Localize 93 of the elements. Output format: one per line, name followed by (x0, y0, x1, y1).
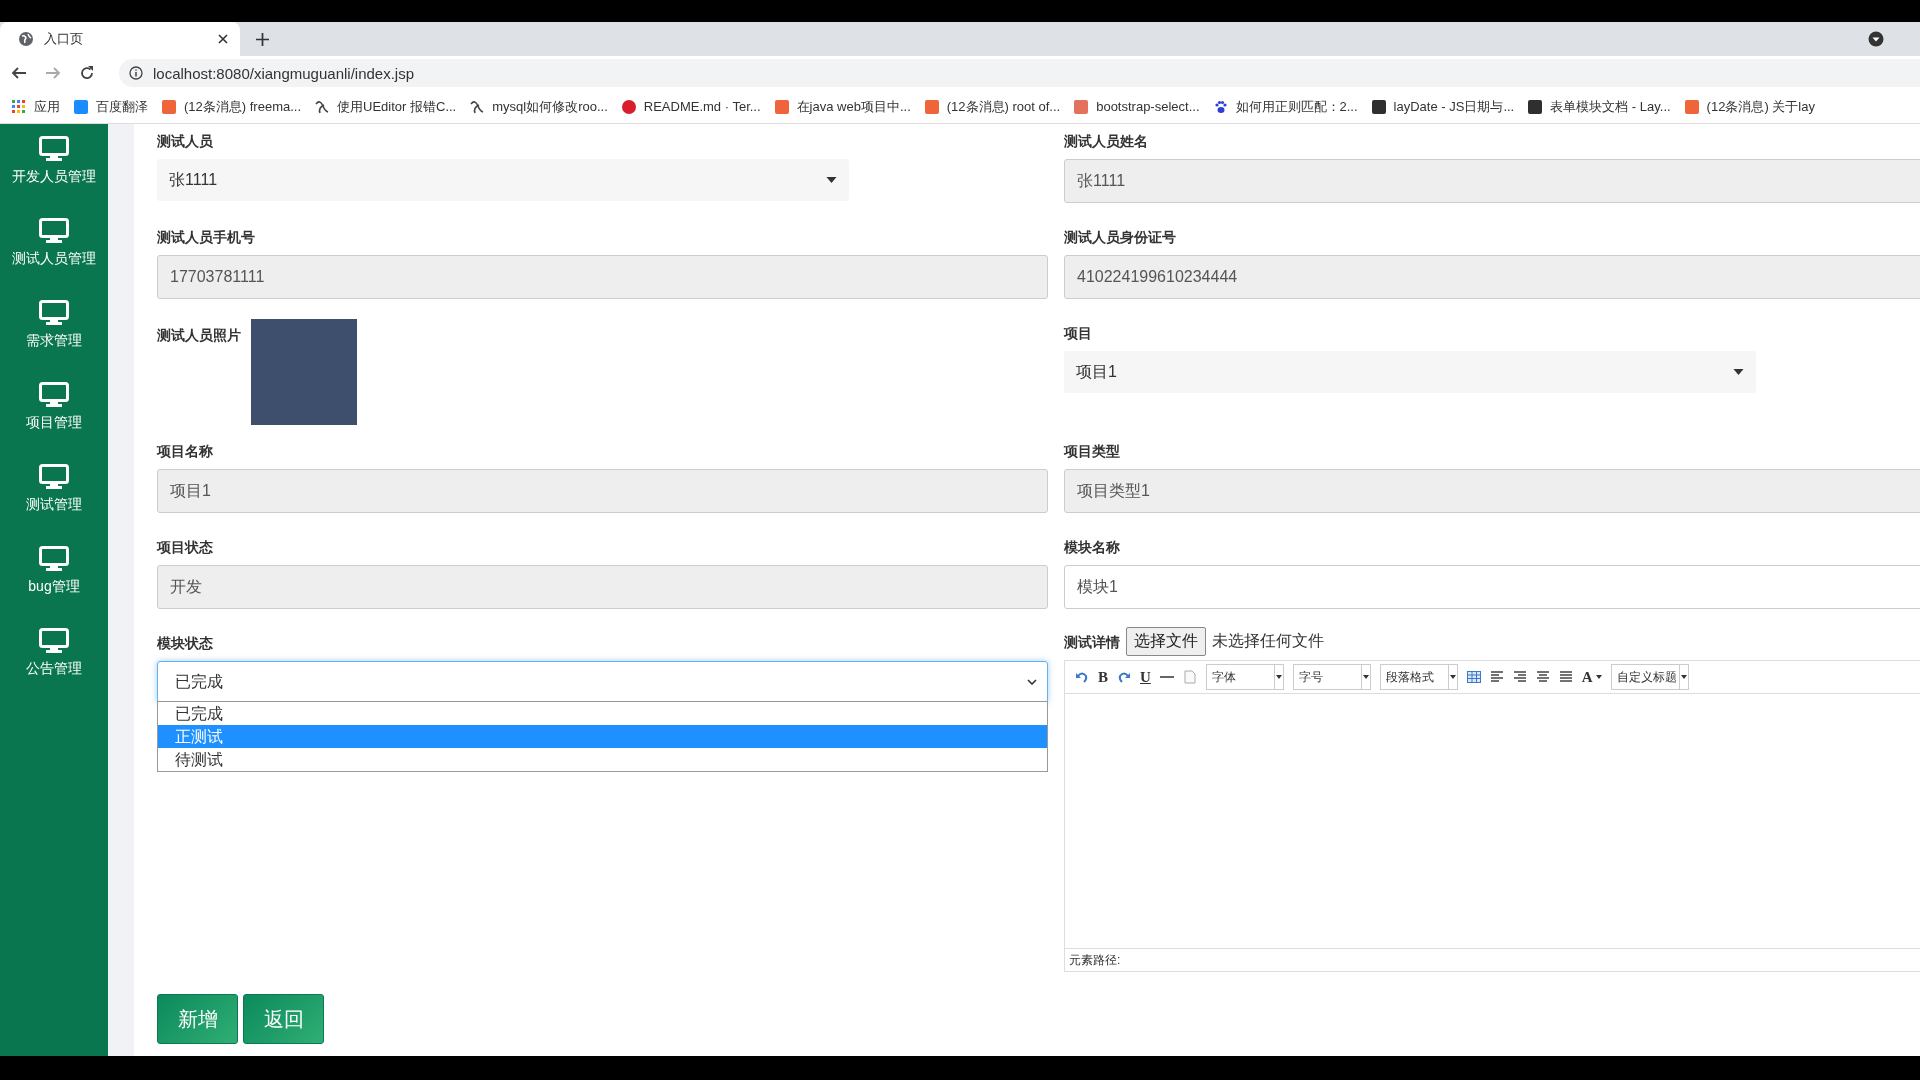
sidebar-item[interactable]: 项目管理 (0, 380, 108, 462)
caret-icon (1275, 675, 1282, 679)
align-right-icon[interactable] (1512, 670, 1527, 684)
monitor-icon (39, 464, 69, 490)
sidebar-item[interactable]: 开发人员管理 (0, 134, 108, 216)
rich-text-editor[interactable]: B U 字体 字号 段落格式 A 自定义标题 元素路径: (1064, 660, 1920, 972)
dropdown-option[interactable]: 待测试 (158, 748, 1047, 771)
field-label: 测试人员 (157, 132, 214, 151)
bookmark[interactable]: 在java web项目中... (774, 97, 911, 116)
sidebar-item[interactable]: 需求管理 (0, 298, 108, 380)
monitor-icon (39, 628, 69, 654)
table-icon[interactable] (1466, 670, 1481, 684)
monitor-icon (39, 300, 69, 326)
field-label: 项目类型 (1064, 442, 1121, 461)
select-field[interactable]: 张1111 (157, 159, 849, 201)
profile-menu-icon[interactable] (1868, 31, 1884, 47)
align-center-icon[interactable] (1535, 670, 1550, 684)
text-field[interactable]: 项目1 (157, 469, 1048, 513)
text-field[interactable]: 410224199610234444 (1064, 255, 1920, 299)
bookmark[interactable]: (12条消息) root of... (924, 97, 1061, 116)
field-label: 模块名称 (1064, 538, 1121, 557)
align-justify-icon[interactable] (1558, 670, 1573, 684)
field-label: 项目状态 (157, 538, 214, 557)
monitor-icon (39, 382, 69, 408)
caret-icon (1680, 675, 1687, 679)
caret-icon (1362, 675, 1369, 679)
underline-button[interactable]: U (1140, 669, 1151, 685)
bookmark[interactable]: mysql如何修改roo... (470, 97, 608, 116)
new-tab-icon[interactable] (256, 32, 269, 46)
info-icon (129, 66, 143, 80)
bookmark[interactable]: 如何用正则匹配：2... (1213, 97, 1358, 116)
element-path-label: 元素路径: (1069, 951, 1121, 969)
toolbar-dropdown[interactable]: 字号 (1292, 664, 1371, 690)
dropdown-option[interactable]: 已完成 (158, 702, 1047, 725)
url-text: localhost:8080/xiangmuguanli/index.jsp (153, 64, 414, 82)
swirl-icon (470, 99, 485, 114)
text-field[interactable]: 张1111 (1064, 159, 1920, 203)
form-button[interactable]: 返回 (243, 994, 324, 1044)
bookmark[interactable]: (12条消息) 关于lay (1684, 97, 1815, 116)
field-label: 测试人员身份证号 (1064, 228, 1177, 247)
bookmark[interactable]: layDate - JS日期与... (1371, 97, 1515, 116)
field-label: 测试人员手机号 (157, 228, 256, 247)
align-left-icon[interactable] (1489, 670, 1504, 684)
select-field[interactable]: 项目1 (1064, 351, 1756, 393)
caret-icon (826, 177, 837, 183)
globe-icon (18, 31, 34, 47)
bold-button[interactable]: B (1098, 669, 1108, 685)
field-label: 项目名称 (157, 442, 214, 461)
field-label: 测试人员照片 (157, 326, 241, 345)
bookmark[interactable]: 表单模块文档 - Lay... (1528, 97, 1671, 116)
sidebar-item[interactable]: bug管理 (0, 544, 108, 626)
sidebar-item[interactable]: 测试管理 (0, 462, 108, 544)
bookmark[interactable]: 使用UEditor 报错C... (315, 97, 457, 116)
tab-title: 入口页 (44, 30, 84, 48)
browser-tab[interactable]: 入口页 (0, 22, 240, 56)
monitor-icon (39, 136, 69, 162)
bookmark[interactable]: README.md · Ter... (621, 99, 761, 114)
text-field[interactable]: 开发 (157, 565, 1048, 609)
bookmark[interactable]: bootstrap-select... (1074, 99, 1200, 114)
chevron-icon (1027, 679, 1037, 685)
bookmark[interactable]: 应用 (12, 97, 60, 116)
caret-icon (1595, 675, 1602, 679)
caret-icon (1449, 675, 1456, 679)
close-icon[interactable] (218, 34, 228, 44)
reload-icon[interactable] (79, 65, 95, 81)
choose-file-button[interactable]: 选择文件 (1126, 627, 1206, 656)
address-bar[interactable]: localhost:8080/xiangmuguanli/index.jsp (119, 59, 1920, 87)
monitor-icon (39, 218, 69, 244)
toolbar-dropdown[interactable]: 自定义标题 (1610, 664, 1689, 690)
toolbar-dropdown[interactable]: 字体 (1205, 664, 1284, 690)
text-field[interactable]: 项目类型1 (1064, 469, 1920, 513)
bookmark[interactable]: 百度翻泽 (74, 97, 148, 116)
sidebar-item[interactable]: 测试人员管理 (0, 216, 108, 298)
redo-icon[interactable] (1117, 670, 1131, 684)
back-icon[interactable] (11, 65, 27, 81)
toolbar-dropdown[interactable]: 段落格式 (1379, 664, 1458, 690)
file-status: 未选择任何文件 (1212, 631, 1324, 651)
undo-icon[interactable] (1075, 670, 1089, 684)
paw-icon (1213, 99, 1228, 114)
field-label: 测试人员姓名 (1064, 132, 1149, 151)
apps-grid-icon (12, 99, 26, 114)
field-label: 模块状态 (157, 634, 214, 653)
text-field[interactable]: 17703781111 (157, 255, 1048, 299)
sidebar-item[interactable]: 公告管理 (0, 626, 108, 708)
text-field[interactable]: 模块1 (1064, 565, 1920, 609)
bookmark[interactable]: (12条消息) freema... (162, 97, 302, 116)
field-label: 项目 (1064, 324, 1093, 343)
caret-icon (1733, 369, 1744, 375)
field-label: 测试详情 (1064, 632, 1120, 652)
monitor-icon (39, 546, 69, 572)
form-button[interactable]: 新增 (157, 994, 238, 1044)
swirl-icon (315, 99, 330, 114)
font-color-button[interactable]: A (1581, 669, 1602, 685)
